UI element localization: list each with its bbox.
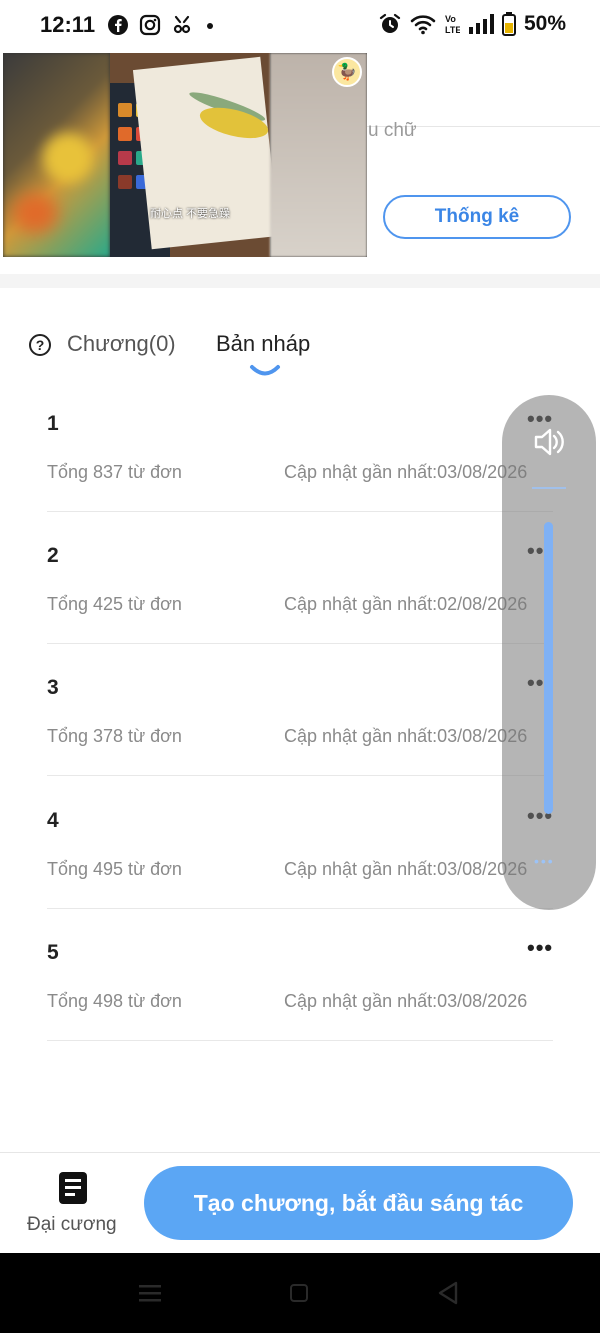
stats-button[interactable]: Thống kê — [383, 195, 571, 239]
draft-updated: Cập nhật gần nhất:03/08/2026 — [284, 726, 528, 746]
row-divider — [47, 1040, 553, 1041]
create-chapter-button[interactable]: Tạo chương, bắt đầu sáng tác — [144, 1166, 573, 1240]
svg-text:Vo: Vo — [445, 14, 456, 24]
header-partial-text: u chữ — [368, 120, 417, 141]
battery-percent: 50% — [523, 12, 566, 35]
signal-icon — [468, 14, 494, 34]
draft-updated: Cập nhật gần nhất:02/08/2026 — [284, 594, 528, 614]
draft-word-count: Tổng 425 từ đơn — [47, 594, 182, 614]
more-options-icon[interactable]: ••• — [527, 935, 553, 961]
volte-icon: VoLTE — [445, 14, 460, 35]
dot-icon — [207, 23, 213, 29]
back-icon[interactable] — [436, 1280, 460, 1306]
alarm-icon — [379, 13, 401, 33]
draft-number: 3 — [47, 676, 59, 699]
instagram-icon — [139, 14, 161, 36]
floating-video[interactable]: 耐心点 不要急躁 🦆 — [3, 53, 367, 257]
row-divider — [47, 643, 553, 644]
recent-apps-icon[interactable] — [139, 1284, 161, 1302]
notification-icon — [173, 15, 191, 34]
draft-word-count: Tổng 378 từ đơn — [47, 726, 182, 746]
draft-updated: Cập nhật gần nhất:03/08/2026 — [284, 859, 528, 879]
speaker-icon[interactable] — [532, 425, 566, 459]
battery-icon — [501, 12, 516, 36]
draft-updated: Cập nhật gần nhất:03/08/2026 — [284, 462, 528, 482]
video-avatar[interactable]: 🦆 — [332, 57, 362, 87]
draft-number: 5 — [47, 941, 59, 964]
outline-label[interactable]: Đại cương — [27, 1214, 117, 1236]
status-time: 12:11 — [40, 12, 96, 37]
volume-settings-icon[interactable]: ••• — [534, 853, 555, 869]
section-separator — [0, 274, 600, 288]
draft-word-count: Tổng 495 từ đơn — [47, 859, 182, 879]
status-bar: 12:11 Vo LTE 50% — [0, 0, 600, 52]
video-frame: 耐心点 不要急躁 — [110, 53, 280, 257]
draft-number: 4 — [47, 809, 59, 832]
row-divider — [47, 775, 553, 776]
row-divider — [47, 908, 553, 909]
facebook-icon — [108, 15, 128, 35]
draft-number: 1 — [47, 412, 59, 435]
tab-drafts[interactable]: Bản nháp — [216, 331, 310, 357]
status-left-icons — [107, 14, 217, 36]
draft-row[interactable]: 5 Tổng 498 từ đơn Cập nhật gần nhất:03/0… — [0, 919, 600, 1051]
tab-chapters[interactable]: Chương(0) — [67, 331, 176, 357]
draft-updated: Cập nhật gần nhất:03/08/2026 — [284, 991, 528, 1011]
volume-panel[interactable]: ••• — [502, 395, 596, 910]
video-blur-left — [3, 53, 110, 257]
status-right-icons: Vo LTE 50% — [378, 12, 566, 36]
tab-active-indicator — [250, 365, 280, 376]
draft-number: 2 — [47, 544, 59, 567]
outline-icon[interactable] — [56, 1170, 90, 1206]
wifi-icon — [410, 15, 436, 35]
help-icon[interactable]: ? — [29, 334, 51, 356]
volume-slider[interactable] — [544, 522, 553, 814]
volume-separator — [532, 487, 566, 489]
svg-text:LTE: LTE — [445, 25, 460, 35]
draft-word-count: Tổng 837 từ đơn — [47, 462, 182, 482]
video-caption: 耐心点 不要急躁 — [150, 208, 231, 220]
draft-word-count: Tổng 498 từ đơn — [47, 991, 182, 1011]
row-divider — [47, 511, 553, 512]
home-icon[interactable] — [290, 1284, 308, 1302]
